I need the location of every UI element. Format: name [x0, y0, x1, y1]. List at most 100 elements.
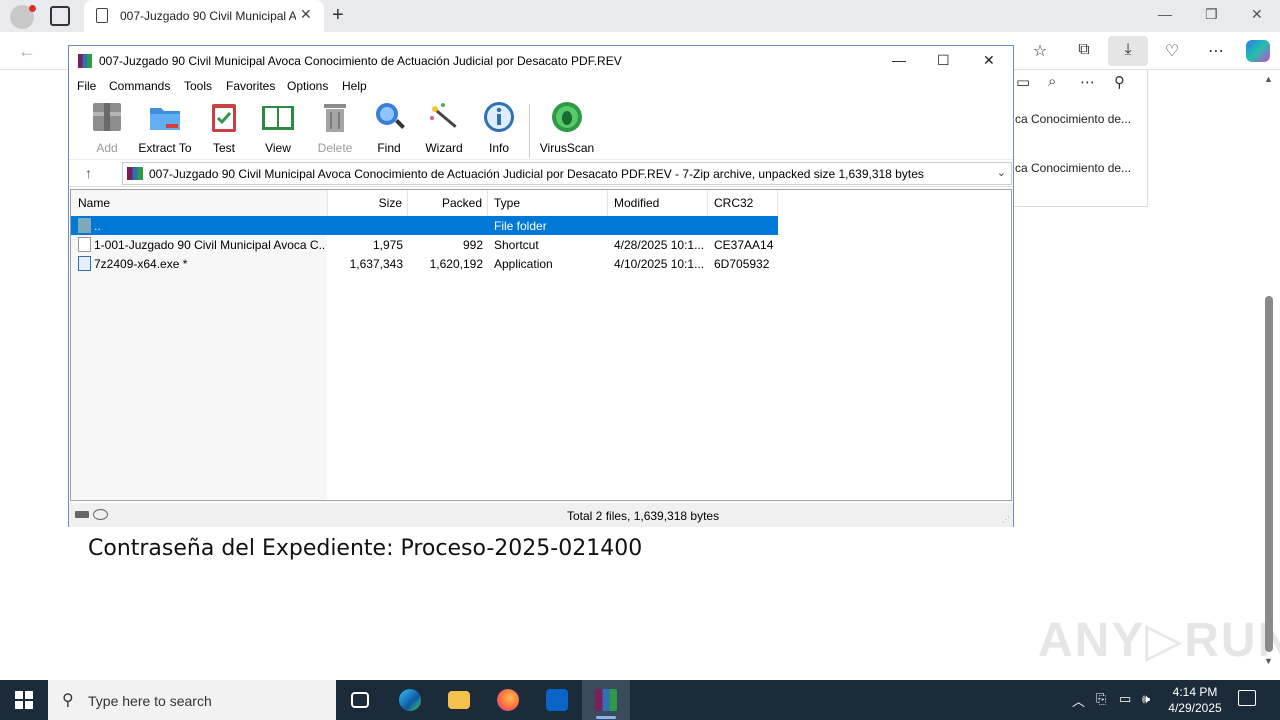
tab-close-button[interactable]: ✕	[300, 6, 312, 23]
more-icon[interactable]: ⋯	[1080, 73, 1095, 91]
taskbar-winrar[interactable]	[582, 680, 630, 720]
sort-ascending-icon: ⌃	[195, 189, 203, 196]
toolbar-extract-button[interactable]: Extract To	[137, 100, 193, 155]
toolbar-wizard-label: Wizard	[425, 141, 463, 155]
menu-file[interactable]: File	[77, 79, 96, 93]
menu-favorites[interactable]: Favorites	[226, 79, 275, 93]
taskbar-outlook[interactable]	[533, 680, 581, 720]
browser-tab-active[interactable]: 007-Juzgado 90 Civil Municipal A ✕	[84, 0, 324, 32]
toolbar-separator	[529, 104, 530, 158]
downloads-button[interactable]: ⤓	[1108, 36, 1148, 66]
scroll-up-arrow[interactable]: ▲	[1264, 74, 1273, 84]
column-header-crc32[interactable]: CRC32	[708, 190, 778, 216]
network-device-icon[interactable]: ⎘	[1096, 691, 1106, 707]
winrar-titlebar[interactable]: 007-Juzgado 90 Civil Municipal Avoca Con…	[69, 46, 1013, 76]
pin-icon[interactable]: ⚲	[1114, 73, 1125, 91]
anyrun-watermark: ANY▷RUN	[1038, 614, 1280, 667]
taskbar-clock[interactable]: 4:14 PM 4/29/2025	[1162, 684, 1228, 716]
download-item-1[interactable]: ca Conocimiento de...	[1015, 112, 1131, 126]
winrar-path-bar: ↑ 007-Juzgado 90 Civil Municipal Avoca C…	[69, 161, 1013, 187]
winrar-icon	[595, 689, 617, 711]
extract-folder-icon	[148, 100, 182, 134]
file-row-shortcut[interactable]: 1-001-Juzgado 90 Civil Municipal Avoca C…	[71, 235, 1011, 254]
up-folder-icon[interactable]: ↑	[85, 165, 92, 181]
column-header-modified[interactable]: Modified	[608, 190, 708, 216]
page-icon	[96, 8, 108, 23]
collections-icon[interactable]: ⧉	[1072, 41, 1096, 59]
column-header-packed[interactable]: Packed	[408, 190, 488, 216]
more-options-icon[interactable]: ⋯	[1204, 41, 1228, 61]
winrar-maximize-button[interactable]: ☐	[937, 52, 950, 69]
toolbar-wizard-button[interactable]: Wizard	[416, 100, 472, 155]
winrar-app-icon	[78, 54, 92, 68]
notifications-icon[interactable]	[1238, 690, 1256, 706]
toolbar-delete-button[interactable]: Delete	[307, 100, 363, 155]
browser-minimize-button[interactable]: —	[1158, 6, 1172, 22]
toolbar-view-button[interactable]: View	[250, 100, 306, 155]
browser-close-button[interactable]: ✕	[1251, 6, 1263, 23]
file-modified: 4/10/2025 10:1...	[614, 257, 705, 271]
search-icon[interactable]: ⌕	[1048, 73, 1056, 90]
clock-date: 4/29/2025	[1168, 701, 1222, 715]
resize-grip-icon[interactable]: ⋰	[1002, 515, 1010, 524]
browser-essentials-icon[interactable]: ♡	[1160, 41, 1184, 61]
toolbar-info-button[interactable]: Info	[471, 100, 527, 155]
tab-title: 007-Juzgado 90 Civil Municipal A	[120, 9, 296, 23]
back-arrow-icon[interactable]: ←	[18, 41, 36, 62]
profile-badge	[29, 5, 36, 12]
file-row-parent[interactable]: .. File folder	[71, 216, 1011, 235]
taskbar-edge[interactable]	[386, 680, 434, 720]
tab-actions-icon[interactable]	[50, 6, 70, 26]
drive-icon[interactable]	[75, 511, 89, 518]
column-header-size[interactable]: Size	[328, 190, 408, 216]
toolbar-test-label: Test	[212, 141, 235, 155]
file-list[interactable]: Name ⌃ Size Packed Type Modified CRC32 .…	[70, 189, 1012, 501]
scroll-down-arrow[interactable]: ▼	[1264, 656, 1273, 666]
taskbar-firefox[interactable]	[484, 680, 532, 720]
task-view-button[interactable]	[336, 680, 384, 720]
toolbar-info-label: Info	[488, 141, 509, 155]
status-total-text: Total 2 files, 1,639,318 bytes	[567, 509, 720, 523]
file-type: Application	[494, 257, 553, 271]
taskbar-search-box[interactable]: ⚲ Type here to search	[48, 680, 336, 720]
open-folder-icon[interactable]: ▭	[1016, 73, 1030, 91]
key-icon[interactable]	[93, 509, 108, 520]
scroll-thumb[interactable]	[1265, 296, 1273, 652]
menu-tools[interactable]: Tools	[184, 79, 212, 93]
copilot-icon[interactable]	[1246, 40, 1270, 62]
winrar-window: 007-Juzgado 90 Civil Municipal Avoca Con…	[68, 45, 1014, 527]
toolbar-test-button[interactable]: Test	[196, 100, 252, 155]
volume-icon[interactable]: 🕪	[1142, 691, 1150, 707]
column-name-label: Name	[78, 196, 111, 210]
menu-commands[interactable]: Commands	[109, 79, 170, 93]
network-icon[interactable]: ▭	[1119, 691, 1131, 707]
toolbar-virusscan-button[interactable]: VirusScan	[537, 100, 597, 155]
column-header-type[interactable]: Type	[488, 190, 608, 216]
archive-path-combo[interactable]: 007-Juzgado 90 Civil Municipal Avoca Con…	[122, 162, 1012, 185]
winrar-minimize-button[interactable]: —	[892, 52, 906, 68]
toolbar-find-label: Find	[377, 141, 401, 155]
file-type: File folder	[494, 219, 547, 233]
file-crc32: 6D705932	[714, 257, 770, 271]
file-size: 1,637,343	[349, 257, 403, 271]
favorites-star-icon[interactable]: ☆	[1028, 41, 1052, 61]
browser-restore-button[interactable]: ❐	[1205, 6, 1218, 23]
toolbar-add-button[interactable]: Add	[79, 100, 135, 155]
start-button[interactable]	[15, 691, 33, 709]
menu-options[interactable]: Options	[287, 79, 328, 93]
winrar-toolbar: Add Extract To Test View Delete Find Wiz…	[69, 96, 1013, 160]
download-icon: ⤓	[1124, 41, 1132, 58]
menu-help[interactable]: Help	[342, 79, 367, 93]
file-row-exe[interactable]: 7z2409-x64.exe * 1,637,343 1,620,192 App…	[71, 254, 1011, 273]
show-hidden-icons-chevron-icon[interactable]: ︿	[1072, 691, 1085, 710]
toolbar-add-label: Add	[96, 141, 118, 155]
winrar-title: 007-Juzgado 90 Civil Municipal Avoca Con…	[99, 54, 622, 68]
winrar-close-button[interactable]: ✕	[983, 52, 995, 69]
toolbar-find-button[interactable]: Find	[361, 100, 417, 155]
column-header-name[interactable]: Name ⌃	[71, 190, 328, 216]
taskbar-file-explorer[interactable]	[435, 680, 483, 720]
application-file-icon	[78, 256, 91, 271]
chevron-down-icon[interactable]: ⌄	[997, 166, 1006, 179]
download-item-2[interactable]: ca Conocimiento de...	[1015, 161, 1131, 175]
new-tab-button[interactable]: +	[332, 4, 344, 27]
